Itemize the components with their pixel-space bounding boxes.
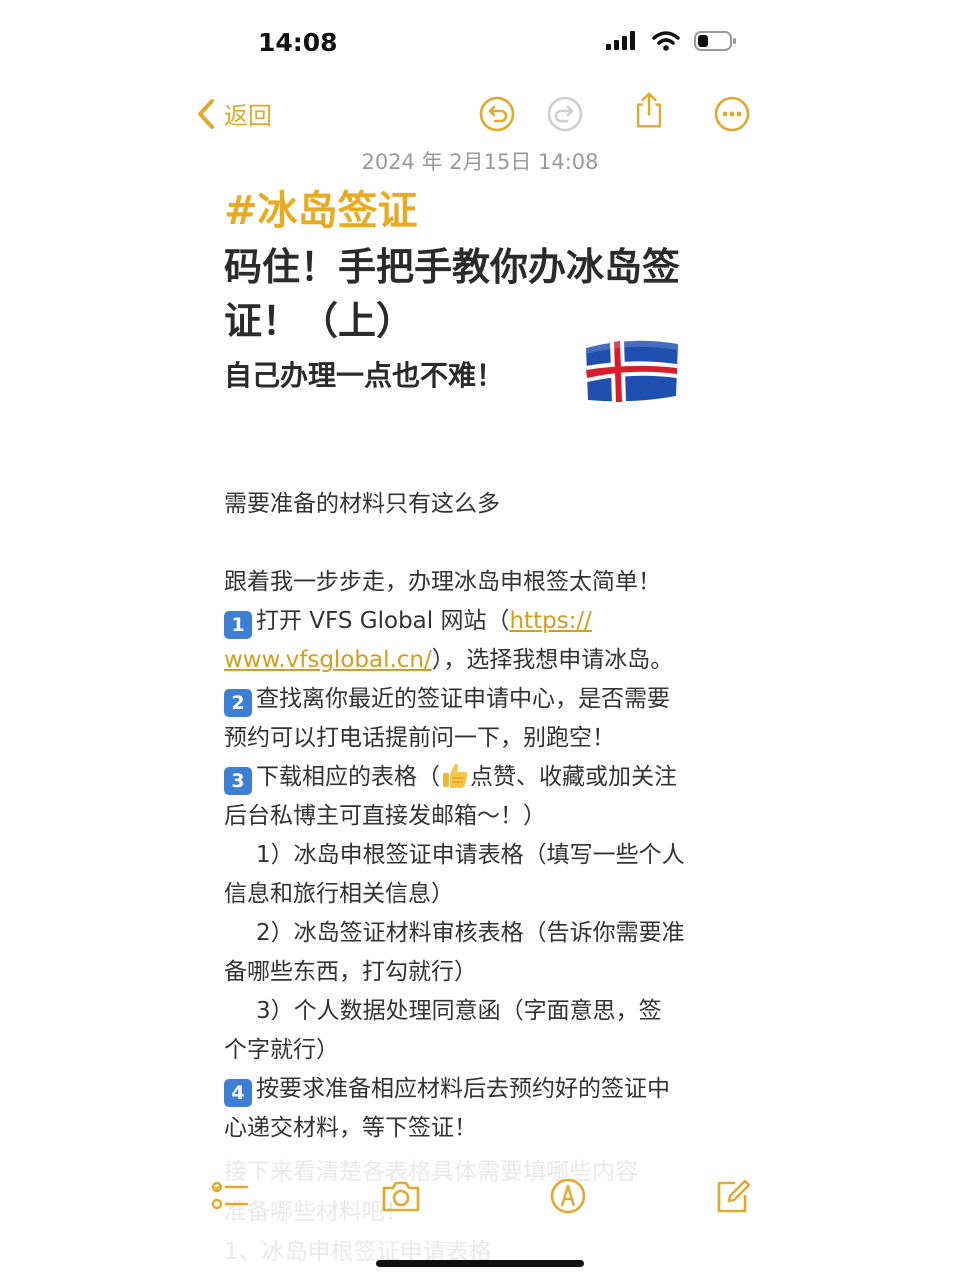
text-line: 3）个人数据处理同意函（字面意思，签 — [256, 998, 662, 1024]
wifi-icon — [652, 31, 680, 51]
step-1: 1 打开 VFS Global 网站（https:// — [224, 602, 754, 641]
bottom-toolbar — [0, 1170, 960, 1230]
more-icon[interactable] — [712, 94, 752, 134]
vfs-link[interactable]: www.vfsglobal.cn/ — [224, 647, 432, 673]
keycap-4-icon: 4 — [224, 1079, 252, 1107]
step-3: 3 下载相应的表格（ 点赞、收藏或加关注 — [224, 758, 754, 797]
battery-icon — [694, 31, 736, 51]
camera-icon[interactable] — [380, 1176, 422, 1216]
status-icons — [606, 30, 738, 52]
step-text: ），选择我想申请冰岛。 — [431, 647, 674, 673]
step-2: 2 查找离你最近的签证申请中心，是否需要 — [224, 680, 754, 719]
step-4: 4 按要求准备相应材料后去预约好的签证中 — [224, 1070, 754, 1109]
status-time: 14:08 — [258, 28, 338, 57]
step-1-cont: www.vfsglobal.cn/），选择我想申请冰岛。 — [224, 641, 754, 680]
step-text: 下载相应的表格（ — [256, 764, 440, 790]
keycap-1-icon: 1 — [224, 611, 252, 639]
home-indicator[interactable] — [376, 1260, 584, 1267]
compose-icon[interactable] — [713, 1176, 753, 1216]
text-line: 心递交材料，等下签证！ — [224, 1115, 477, 1141]
cellular-signal-icon — [606, 31, 635, 50]
note-body: 需要准备的材料只有这么多 跟着我一步步走，办理冰岛申根签太简单！ 1 打开 VFS… — [224, 446, 754, 1148]
status-bar: 14:08 — [0, 0, 960, 90]
text-line: 备哪些东西，打勾就行） — [224, 959, 477, 985]
undo-icon[interactable] — [477, 94, 517, 134]
step-text: 查找离你最近的签证申请中心，是否需要 — [256, 686, 670, 712]
iceland-flag-icon — [586, 340, 678, 402]
text-line: 1）冰岛申根签证申请表格（填写一些个人 — [256, 842, 685, 868]
step-text: 打开 VFS Global 网站（ — [256, 608, 510, 634]
keycap-3-icon: 3 — [224, 767, 252, 795]
thumbs-up-icon — [443, 763, 468, 788]
text-line: 信息和旅行相关信息） — [224, 881, 454, 907]
markup-icon[interactable] — [548, 1176, 588, 1216]
step-text: 点赞、收藏或加关注 — [470, 764, 677, 790]
back-label: 返回 — [224, 102, 272, 130]
text-line: 跟着我一步步走，办理冰岛申根签太简单！ — [224, 569, 661, 595]
back-chevron-icon — [198, 98, 214, 129]
text-line: 需要准备的材料只有这么多 — [224, 491, 500, 517]
back-button[interactable]: 返回 — [196, 96, 272, 131]
note-title: 码住！手把手教你办冰岛签 证！（上） — [224, 240, 754, 348]
step-text: 按要求准备相应材料后去预约好的签证中 — [256, 1076, 670, 1102]
note-subtitle: 自己办理一点也不难！ — [224, 359, 505, 392]
note-title-line: 码住！手把手教你办冰岛签 — [224, 245, 681, 289]
text-line: 2）冰岛签证材料审核表格（告诉你需要准 — [256, 920, 685, 946]
text-line: 后台私博主可直接发邮箱～！） — [224, 803, 546, 829]
note-date: 2024 年 2月15日 14:08 — [361, 150, 599, 174]
note-tag: #冰岛签证 — [224, 188, 418, 234]
text-line: 预约可以打电话提前问一下，别跑空！ — [224, 725, 615, 751]
redo-icon[interactable] — [545, 94, 585, 134]
text-line: 个字就行） — [224, 1037, 339, 1063]
note-content[interactable]: #冰岛签证 码住！手把手教你办冰岛签 证！（上） 自己办理一点也不难！ 需要准备… — [224, 184, 754, 1148]
keycap-2-icon: 2 — [224, 689, 252, 717]
vfs-link[interactable]: https:// — [509, 608, 591, 634]
share-icon[interactable] — [629, 90, 669, 130]
checklist-icon[interactable] — [210, 1176, 250, 1216]
nav-bar: 返回 — [0, 90, 960, 140]
subtitle-row: 自己办理一点也不难！ — [224, 340, 754, 426]
